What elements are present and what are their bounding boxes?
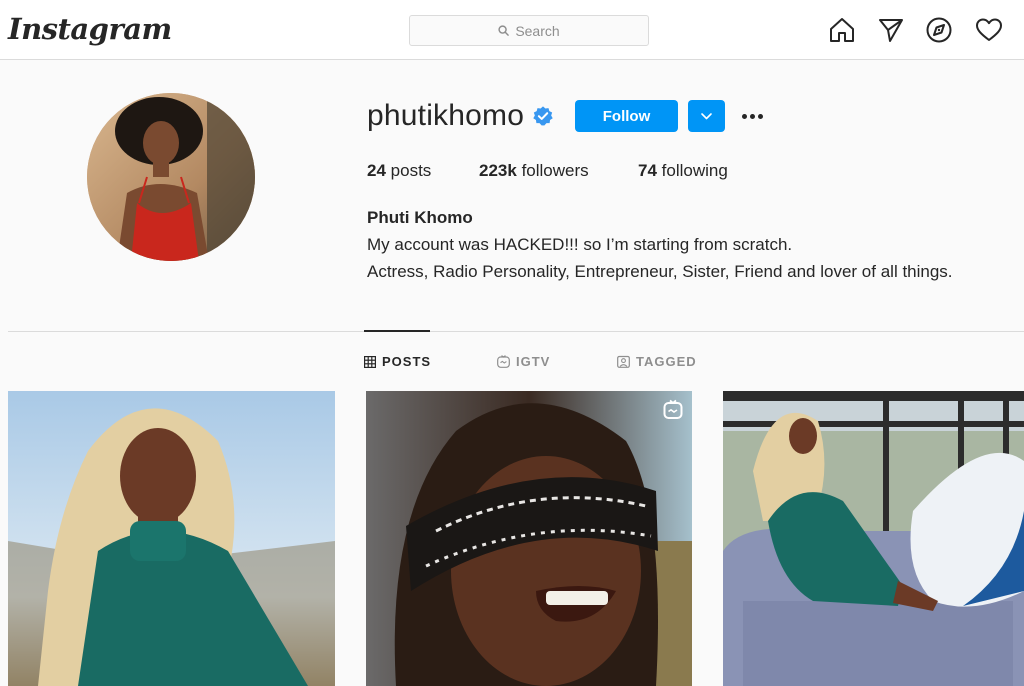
avatar-photo xyxy=(87,93,255,261)
followers-label: followers xyxy=(521,161,589,180)
post-image xyxy=(366,391,692,686)
post-tile[interactable] xyxy=(723,391,1024,686)
top-nav: Instagram Search xyxy=(0,0,1024,60)
bio-line: My account was HACKED!!! so I’m starting… xyxy=(367,235,793,254)
follow-button[interactable]: Follow xyxy=(575,100,678,132)
tab-tagged[interactable]: TAGGED xyxy=(617,354,697,369)
following-stat[interactable]: 74 following xyxy=(638,161,728,181)
chevron-down-icon xyxy=(701,113,712,120)
igtv-icon xyxy=(497,355,510,368)
post-tile[interactable] xyxy=(8,391,335,686)
more-dot xyxy=(749,113,755,119)
profile-username: phutikhomo xyxy=(367,99,525,132)
profile-full-name: Phuti Khomo xyxy=(367,208,473,227)
direct-icon[interactable] xyxy=(877,16,905,44)
more-dot xyxy=(757,113,763,119)
tab-tagged-label: TAGGED xyxy=(636,354,697,369)
explore-icon[interactable] xyxy=(925,16,953,44)
tab-igtv[interactable]: IGTV xyxy=(497,354,550,369)
active-tab-indicator xyxy=(364,330,430,332)
search-placeholder: Search xyxy=(515,22,560,39)
igtv-badge-icon xyxy=(663,399,683,419)
search-input[interactable]: Search xyxy=(409,15,649,46)
posts-count: 24 xyxy=(367,161,386,180)
activity-icon[interactable] xyxy=(975,16,1003,44)
followers-count: 223k xyxy=(479,161,517,180)
more-options-button[interactable] xyxy=(738,106,766,126)
suggested-dropdown-button[interactable] xyxy=(688,100,725,132)
instagram-logo[interactable]: Instagram xyxy=(8,12,172,46)
post-tile[interactable] xyxy=(366,391,692,686)
following-count: 74 xyxy=(638,161,657,180)
tab-posts[interactable]: POSTS xyxy=(364,354,431,369)
following-label: following xyxy=(661,161,728,180)
tab-igtv-label: IGTV xyxy=(516,354,551,369)
verified-badge-icon xyxy=(533,106,553,126)
grid-icon xyxy=(364,355,376,368)
search-icon xyxy=(498,25,510,36)
post-image xyxy=(723,391,1024,686)
tabs-divider xyxy=(8,331,1024,332)
posts-label: posts xyxy=(390,161,432,180)
followers-stat[interactable]: 223k followers xyxy=(479,161,589,181)
home-icon[interactable] xyxy=(828,16,856,44)
tagged-icon xyxy=(617,355,630,368)
profile-avatar[interactable] xyxy=(87,93,255,261)
more-options-icon xyxy=(741,113,747,119)
posts-stat: 24 posts xyxy=(367,161,431,181)
tab-posts-label: POSTS xyxy=(382,354,432,369)
post-image xyxy=(8,391,335,686)
bio-line: Actress, Radio Personality, Entrepreneur… xyxy=(367,262,953,281)
